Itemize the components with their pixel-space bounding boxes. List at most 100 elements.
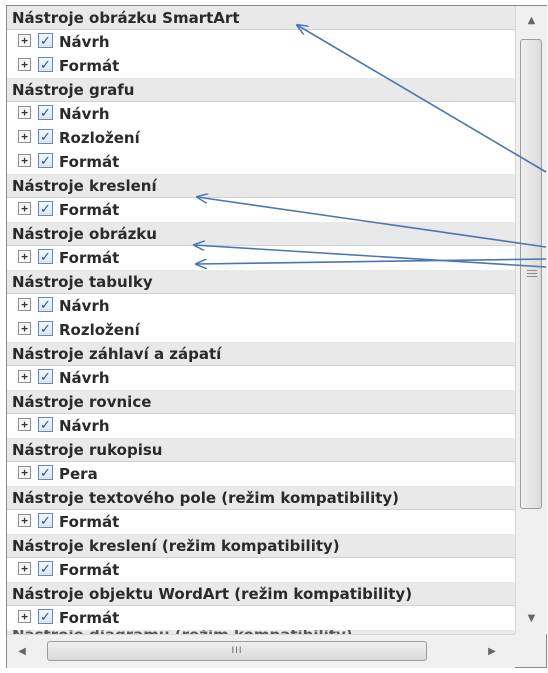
check-icon: ✓ [40, 610, 51, 625]
check-icon: ✓ [40, 250, 51, 265]
scroll-left-button[interactable]: ◀ [7, 635, 37, 668]
tab-item[interactable]: + ✓ Formát [7, 246, 515, 270]
check-icon: ✓ [40, 514, 51, 529]
plus-box-icon[interactable]: + [18, 514, 31, 527]
tab-checkbox[interactable]: ✓ [38, 609, 53, 625]
tab-item-label: Formát [59, 249, 120, 267]
tab-item[interactable]: + ✓ Formát [7, 510, 515, 534]
tab-item-label: Pera [59, 465, 98, 483]
tab-item[interactable]: + ✓ Návrh [7, 366, 515, 390]
check-icon: ✓ [40, 154, 51, 169]
tab-item-label: Rozložení [59, 129, 140, 147]
tab-item-label: Formát [59, 561, 120, 579]
tab-checkbox[interactable]: ✓ [38, 297, 53, 313]
tab-item-label: Návrh [59, 297, 110, 315]
group-header: Nástroje textového pole (režim kompatibi… [7, 486, 515, 510]
plus-box-icon[interactable]: + [18, 298, 31, 311]
plus-box-icon[interactable]: + [18, 106, 31, 119]
triangle-down-icon: ▼ [527, 613, 536, 624]
group-header: Nástroje kreslení (režim kompatibility) [7, 534, 515, 558]
tab-checkbox[interactable]: ✓ [38, 465, 53, 481]
tool-tab-tree[interactable]: Nástroje obrázku SmartArt + ✓ Návrh + ✓ Formát… [7, 6, 515, 634]
vertical-scroll-thumb[interactable] [520, 39, 542, 509]
check-icon: ✓ [40, 322, 51, 337]
tab-item-label: Formát [59, 513, 120, 531]
tab-item[interactable]: + ✓ Rozložení [7, 126, 515, 150]
plus-box-icon[interactable]: + [18, 154, 31, 167]
tab-item[interactable]: + ✓ Návrh [7, 414, 515, 438]
tab-checkbox[interactable]: ✓ [38, 105, 53, 121]
tab-checkbox[interactable]: ✓ [38, 513, 53, 529]
group-header: Nástroje tabulky [7, 270, 515, 294]
check-icon: ✓ [40, 418, 51, 433]
vertical-scrollbar[interactable]: ▲ ▼ [515, 6, 547, 634]
plus-box-icon[interactable]: + [18, 610, 31, 623]
tab-checkbox[interactable]: ✓ [38, 417, 53, 433]
tab-checkbox[interactable]: ✓ [38, 129, 53, 145]
tab-item-label: Návrh [59, 33, 110, 51]
check-icon: ✓ [40, 370, 51, 385]
plus-box-icon[interactable]: + [18, 370, 31, 383]
tab-checkbox[interactable]: ✓ [38, 153, 53, 169]
check-icon: ✓ [40, 58, 51, 73]
tab-item[interactable]: + ✓ Návrh [7, 294, 515, 318]
grip-icon: III [231, 646, 243, 656]
check-icon: ✓ [40, 34, 51, 49]
tab-item[interactable]: + ✓ Formát [7, 150, 515, 174]
plus-box-icon[interactable]: + [18, 250, 31, 263]
tab-checkbox[interactable]: ✓ [38, 321, 53, 337]
tab-item-label: Návrh [59, 417, 110, 435]
group-header: Nástroje obrázku [7, 222, 515, 246]
ribbon-tabs-list-panel: Nástroje obrázku SmartArt + ✓ Návrh + ✓ Formát… [6, 5, 547, 668]
tab-item-label: Formát [59, 57, 120, 75]
tab-item[interactable]: + ✓ Formát [7, 558, 515, 582]
tab-item[interactable]: + ✓ Návrh [7, 30, 515, 54]
check-icon: ✓ [40, 298, 51, 313]
group-header: Nástroje rovnice [7, 390, 515, 414]
tab-checkbox[interactable]: ✓ [38, 33, 53, 49]
check-icon: ✓ [40, 202, 51, 217]
plus-box-icon[interactable]: + [18, 202, 31, 215]
plus-box-icon[interactable]: + [18, 418, 31, 431]
tab-item-label: Formát [59, 201, 120, 219]
scroll-right-button[interactable]: ▶ [477, 635, 507, 668]
tab-item[interactable]: + ✓ Pera [7, 462, 515, 486]
triangle-up-icon: ▲ [527, 15, 536, 26]
horizontal-scroll-thumb[interactable]: III [47, 641, 427, 661]
plus-box-icon[interactable]: + [18, 466, 31, 479]
check-icon: ✓ [40, 130, 51, 145]
horizontal-scrollbar[interactable]: ◀ III ▶ [7, 634, 515, 668]
tab-checkbox[interactable]: ✓ [38, 369, 53, 385]
plus-box-icon[interactable]: + [18, 130, 31, 143]
plus-box-icon[interactable]: + [18, 34, 31, 47]
tab-item-label: Rozložení [59, 321, 140, 339]
tab-item-label: Návrh [59, 105, 110, 123]
tab-item-label: Návrh [59, 369, 110, 387]
scroll-down-button[interactable]: ▼ [516, 604, 547, 634]
tab-item[interactable]: + ✓ Rozložení [7, 318, 515, 342]
tab-item[interactable]: + ✓ Formát [7, 54, 515, 78]
group-header: Nástroje grafu [7, 78, 515, 102]
check-icon: ✓ [40, 466, 51, 481]
group-header: Nástroje rukopisu [7, 438, 515, 462]
group-header: Nástroje záhlaví a zápatí [7, 342, 515, 366]
tab-checkbox[interactable]: ✓ [38, 57, 53, 73]
group-header: Nástroje kreslení [7, 174, 515, 198]
triangle-right-icon: ▶ [488, 646, 496, 657]
tab-item-label: Formát [59, 609, 120, 627]
group-header: Nástroje obrázku SmartArt [7, 6, 515, 30]
plus-box-icon[interactable]: + [18, 58, 31, 71]
plus-box-icon[interactable]: + [18, 322, 31, 335]
tab-item-label: Formát [59, 153, 120, 171]
scroll-up-button[interactable]: ▲ [516, 6, 547, 36]
tab-item[interactable]: + ✓ Formát [7, 606, 515, 630]
plus-box-icon[interactable]: + [18, 562, 31, 575]
triangle-left-icon: ◀ [18, 646, 26, 657]
tab-item[interactable]: + ✓ Návrh [7, 102, 515, 126]
tab-item[interactable]: + ✓ Formát [7, 198, 515, 222]
check-icon: ✓ [40, 106, 51, 121]
group-header: Nástroje objektu WordArt (režim kompatib… [7, 582, 515, 606]
tab-checkbox[interactable]: ✓ [38, 249, 53, 265]
tab-checkbox[interactable]: ✓ [38, 201, 53, 217]
tab-checkbox[interactable]: ✓ [38, 561, 53, 577]
